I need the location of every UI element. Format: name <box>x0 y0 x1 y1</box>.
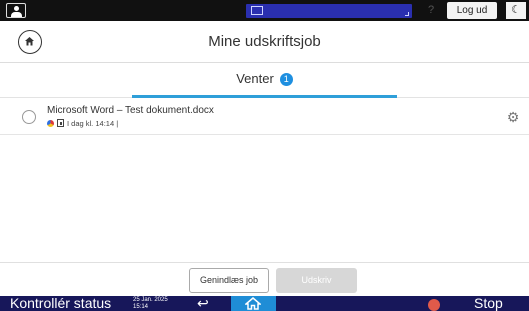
color-icon <box>47 119 54 127</box>
moon-icon[interactable]: ☾ <box>504 2 526 19</box>
page-title: Mine udskriftsjob <box>208 33 321 50</box>
help-icon[interactable]: ? <box>424 3 438 18</box>
time-line: 15:14 <box>133 304 149 310</box>
user-icon-body <box>11 12 22 17</box>
reload-jobs-button[interactable]: Genindlæs job <box>189 268 269 293</box>
tab-venter[interactable]: Venter 1 <box>132 64 397 98</box>
job-select-radio[interactable] <box>22 110 36 124</box>
status-bar: Kontrollér status 25 Jan. 2025 15:14 ↩ S… <box>0 296 529 311</box>
stop-icon <box>428 299 440 311</box>
back-arrow-icon[interactable]: ↩ <box>197 296 209 311</box>
logout-button[interactable]: Log ud <box>447 2 497 19</box>
date-time: 25 Jan. 2025 15:14 <box>133 297 168 311</box>
status-field[interactable] <box>246 4 412 18</box>
home-icon <box>245 297 261 310</box>
date-line: 25 Jan. 2025 <box>133 297 168 303</box>
job-time: I dag kl. 14:14 | <box>67 118 119 128</box>
gear-icon[interactable]: ⚙ <box>505 109 521 125</box>
job-row[interactable]: Microsoft Word – Test dokument.docx I da… <box>0 99 529 135</box>
tab-underline <box>132 95 397 98</box>
count-badge: 1 <box>279 73 293 86</box>
user-icon[interactable] <box>6 3 26 18</box>
screen-icon <box>251 6 263 15</box>
job-name: Microsoft Word – Test dokument.docx <box>47 105 214 116</box>
tab-row: Venter 1 <box>0 64 529 98</box>
home-icon <box>25 37 34 46</box>
home-tile-button[interactable] <box>231 296 276 311</box>
top-bar: ? Log ud ☾ <box>0 0 529 21</box>
action-panel: Genindlæs job Udskriv <box>0 262 529 296</box>
stop-button[interactable]: Stop <box>474 296 503 311</box>
resize-corner-icon <box>405 12 409 16</box>
job-meta: I dag kl. 14:14 | <box>47 118 118 128</box>
page-header: Mine udskriftsjob <box>0 21 529 63</box>
home-button[interactable] <box>18 30 42 54</box>
tab-label: Venter <box>236 71 274 86</box>
print-button[interactable]: Udskriv <box>276 268 357 293</box>
check-status-button[interactable]: Kontrollér status <box>10 296 111 311</box>
user-icon-head <box>14 6 19 11</box>
document-icon <box>57 119 64 127</box>
